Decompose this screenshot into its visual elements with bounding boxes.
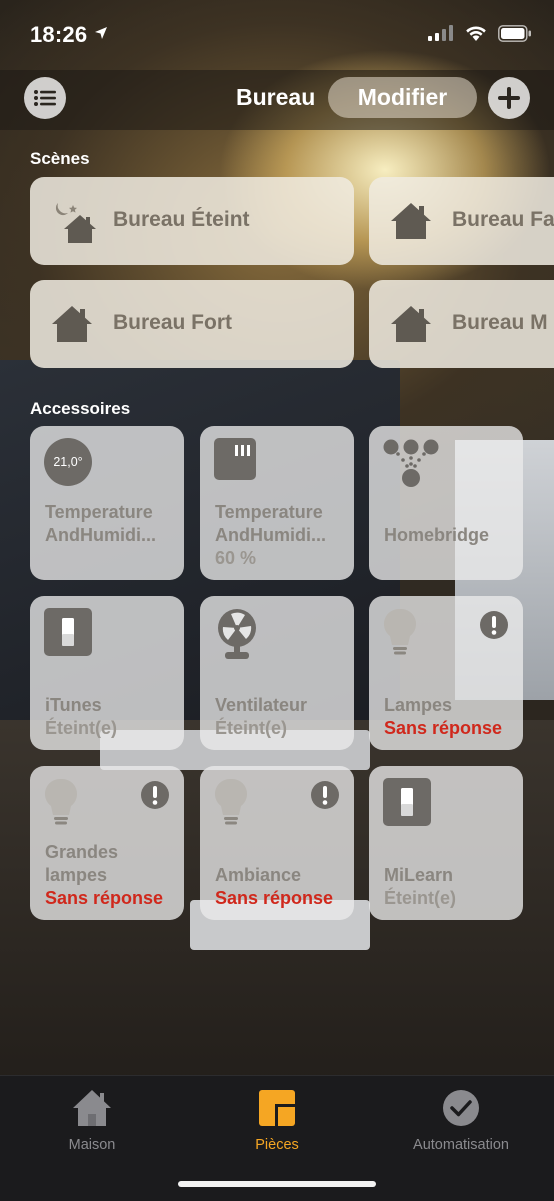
accessory-lampes[interactable]: Lampes Sans réponse bbox=[369, 596, 523, 750]
accessory-name: iTunes bbox=[45, 695, 102, 715]
scene-bureau-fa[interactable]: Bureau Fa bbox=[369, 177, 554, 265]
accessory-ventilateur[interactable]: Ventilateur Éteint(e) bbox=[200, 596, 354, 750]
scene-name: Bureau Fort bbox=[113, 311, 233, 334]
warning-icon bbox=[311, 781, 339, 809]
accessory-name: Ventilateur bbox=[215, 695, 308, 715]
fan-icon bbox=[218, 609, 256, 659]
bridge-hub-icon bbox=[383, 439, 439, 487]
tab-pieces[interactable]: Pièces bbox=[202, 1076, 352, 1153]
home-indicator[interactable] bbox=[178, 1181, 376, 1187]
plus-icon bbox=[498, 87, 520, 109]
room-list-button[interactable] bbox=[24, 77, 66, 119]
accessory-status: Sans réponse bbox=[45, 888, 164, 908]
tab-label: Maison bbox=[68, 1137, 116, 1153]
scene-name: Bureau M bbox=[452, 311, 548, 334]
rooms-icon bbox=[259, 1090, 295, 1126]
tab-automatisation[interactable]: Automatisation bbox=[386, 1076, 536, 1153]
battery-icon bbox=[498, 24, 531, 42]
home-icon bbox=[391, 306, 431, 342]
scene-name: Bureau Fa bbox=[452, 208, 554, 231]
lightbulb-icon bbox=[383, 608, 417, 655]
thermometer-badge-icon: 21,0° bbox=[44, 438, 92, 486]
accessory-status: Sans réponse bbox=[215, 888, 334, 908]
status-bar: 18:26 bbox=[0, 0, 554, 70]
tab-maison[interactable]: Maison bbox=[17, 1076, 167, 1153]
scene-name: Bureau Éteint bbox=[113, 208, 250, 231]
accessory-humidity[interactable]: Temperature AndHumidi... 60 % bbox=[200, 426, 354, 580]
accessory-status: Éteint(e) bbox=[215, 718, 287, 738]
accessory-name-line2: lampes bbox=[45, 865, 108, 885]
accessory-name: Lampes bbox=[384, 695, 453, 715]
accessory-status: Éteint(e) bbox=[45, 718, 117, 738]
accessory-name: Homebridge bbox=[384, 525, 490, 545]
accessory-temperature[interactable]: 21,0° Temperature AndHumidi... bbox=[30, 426, 184, 580]
accessory-status: Sans réponse bbox=[384, 718, 503, 738]
wifi-icon bbox=[466, 26, 486, 41]
accessory-name: Grandes bbox=[45, 842, 119, 862]
warning-icon bbox=[141, 781, 169, 809]
lightbulb-icon bbox=[214, 778, 248, 825]
scene-bureau-fort[interactable]: Bureau Fort bbox=[30, 280, 354, 368]
tab-label: Automatisation bbox=[413, 1137, 509, 1153]
night-home-icon bbox=[55, 203, 96, 243]
scenes-section-title: Scènes bbox=[30, 149, 90, 168]
accessories-section-title: Accessoires bbox=[30, 399, 131, 418]
scene-bureau-eteint[interactable]: Bureau Éteint bbox=[30, 177, 354, 265]
accessory-name: Ambiance bbox=[215, 865, 302, 885]
accessory-milearn[interactable]: MiLearn Éteint(e) bbox=[369, 766, 523, 920]
add-button[interactable] bbox=[488, 77, 530, 119]
accessory-status: 60 % bbox=[215, 548, 257, 568]
accessory-name: Temperature bbox=[45, 502, 153, 522]
accessory-homebridge[interactable]: Homebridge bbox=[369, 426, 523, 580]
accessory-grandes-lampes[interactable]: Grandes lampes Sans réponse bbox=[30, 766, 184, 920]
switch-icon bbox=[44, 608, 92, 656]
accessory-status: Éteint(e) bbox=[384, 888, 456, 908]
accessory-name: Temperature bbox=[215, 502, 323, 522]
home-icon bbox=[52, 306, 92, 342]
accessory-name-line2: AndHumidi... bbox=[215, 525, 326, 545]
humidity-sensor-icon bbox=[214, 438, 256, 480]
room-title: Bureau bbox=[236, 84, 316, 110]
accessory-ambiance[interactable]: Ambiance Sans réponse bbox=[200, 766, 354, 920]
scene-bureau-m[interactable]: Bureau M bbox=[369, 280, 554, 368]
accessory-name-line2: AndHumidi... bbox=[45, 525, 156, 545]
tab-label: Pièces bbox=[255, 1137, 299, 1153]
status-time: 18:26 bbox=[30, 22, 88, 47]
location-arrow-icon bbox=[95, 27, 107, 39]
house-icon bbox=[73, 1090, 111, 1126]
cellular-signal-icon bbox=[428, 25, 453, 41]
modify-button[interactable]: Modifier bbox=[328, 77, 477, 118]
automation-clock-icon bbox=[443, 1090, 479, 1126]
lightbulb-icon bbox=[44, 778, 78, 825]
accessory-itunes[interactable]: iTunes Éteint(e) bbox=[30, 596, 184, 750]
accessory-name: MiLearn bbox=[384, 865, 454, 885]
home-icon bbox=[391, 203, 431, 239]
switch-icon bbox=[383, 778, 431, 826]
warning-icon bbox=[480, 611, 508, 639]
list-icon bbox=[34, 90, 56, 106]
